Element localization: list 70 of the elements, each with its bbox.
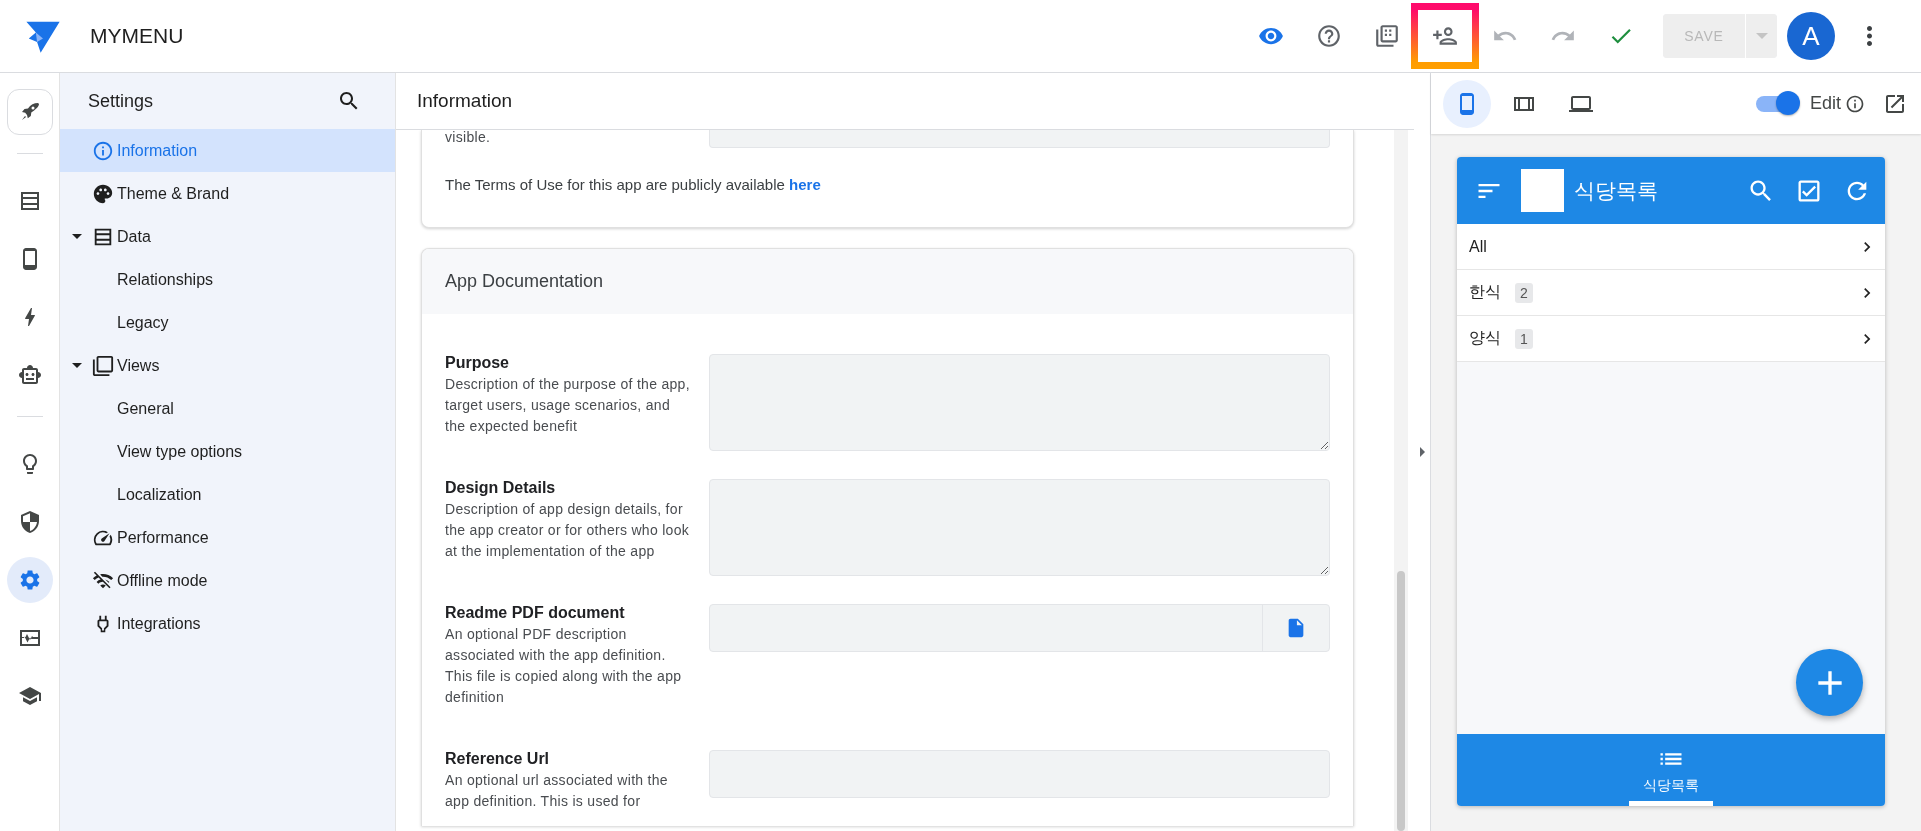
sidebar-subitem[interactable]: General [60,387,395,430]
info-icon [1845,93,1865,114]
account-avatar[interactable]: A [1787,12,1835,60]
group-row[interactable]: 양식 1 [1457,316,1885,362]
more-icon [1866,26,1872,46]
scrollbar[interactable] [1394,130,1408,831]
text-area-field[interactable] [709,354,1330,451]
palette-icon [92,182,114,205]
count-badge: 1 [1515,328,1533,349]
group-row[interactable]: All [1457,224,1885,270]
section-title: App Documentation [445,271,604,292]
app-screen-title: 식당목록 [1574,177,1658,204]
info-icon [92,139,114,162]
sidebar-item-label: Theme & Brand [117,184,230,203]
sidebar-subitem[interactable]: Legacy [60,301,395,344]
caret-down-icon [72,234,82,239]
text-area-field[interactable] [709,130,1330,148]
edit-label: Edit [1809,93,1841,114]
sidebar-item-label: Offline mode [117,571,208,590]
group-label: 양식 [1469,328,1501,348]
sidebar-item[interactable]: Performance [60,516,395,559]
field-label: Design Details [445,479,557,497]
sidebar-item-label: Views [117,356,160,375]
sidebar-item[interactable]: Offline mode [60,559,395,602]
field-description: Description of app design details, for the app creator or for others who look at the implementation of the app [445,500,691,561]
group-label: All [1469,237,1487,256]
sidebar-item[interactable]: Views [60,344,395,387]
caret-down-icon [72,363,82,368]
field-label: Readme PDF document [445,604,626,622]
caret-right-icon [1419,447,1425,457]
sidebar-item-label: Data [117,227,151,246]
logo-image [1521,169,1564,212]
settings-nav-button[interactable] [6,557,53,603]
sidebar-subitem[interactable]: Relationships [60,258,395,301]
sidebar-item-label: Information [117,141,198,160]
grid-stack-icon [1374,23,1400,49]
copies-icon [92,354,114,377]
page-title: Information [417,90,513,112]
add-person-button[interactable] [1411,3,1479,69]
url-field[interactable] [709,750,1330,798]
terms-text: The Terms of Use for this app are publicly available here [445,176,822,193]
robot-icon [17,363,42,387]
sidebar-item[interactable]: Theme & Brand [60,172,395,215]
field-description: An optional PDF description associated with the app definition. This file is copied along with the app definition [445,625,683,707]
group-label: 한식 [1469,282,1501,302]
phone-view-button[interactable] [1443,79,1491,128]
nav-tab[interactable]: 식당목록 [1629,734,1713,806]
help-icon [1316,23,1342,49]
count-badge: 2 [1515,282,1533,303]
text-area-field[interactable] [709,479,1330,576]
sidebar-subitem[interactable]: Localization [60,473,395,516]
add-fab[interactable] [1796,649,1863,716]
field-description: Description of the purpose of the app, target users, usage scenarios, and the expected benefit [445,375,691,436]
field-description: visible. [445,130,492,147]
app-title: MYMENU [90,24,184,48]
field-label: Purpose [445,354,510,372]
rocket-nav-button[interactable] [6,89,53,135]
terms-link[interactable]: here [789,176,821,193]
sidebar-item-label: Integrations [117,614,201,633]
sidebar-item[interactable]: Integrations [60,602,395,645]
sidebar-item-label: Performance [117,528,209,547]
sidebar-title: Settings [88,90,155,112]
caret-icon [1755,33,1768,39]
field-description: An optional url associated with the app definition. This is used for [445,771,669,811]
sidebar-item[interactable]: Data [60,215,395,258]
graduation-cap-icon [17,684,42,708]
field-label: Reference Url [445,750,551,768]
group-row[interactable]: 한식 2 [1457,270,1885,316]
sidebar-subitem[interactable]: View type options [60,430,395,473]
file-field[interactable] [709,604,1330,652]
